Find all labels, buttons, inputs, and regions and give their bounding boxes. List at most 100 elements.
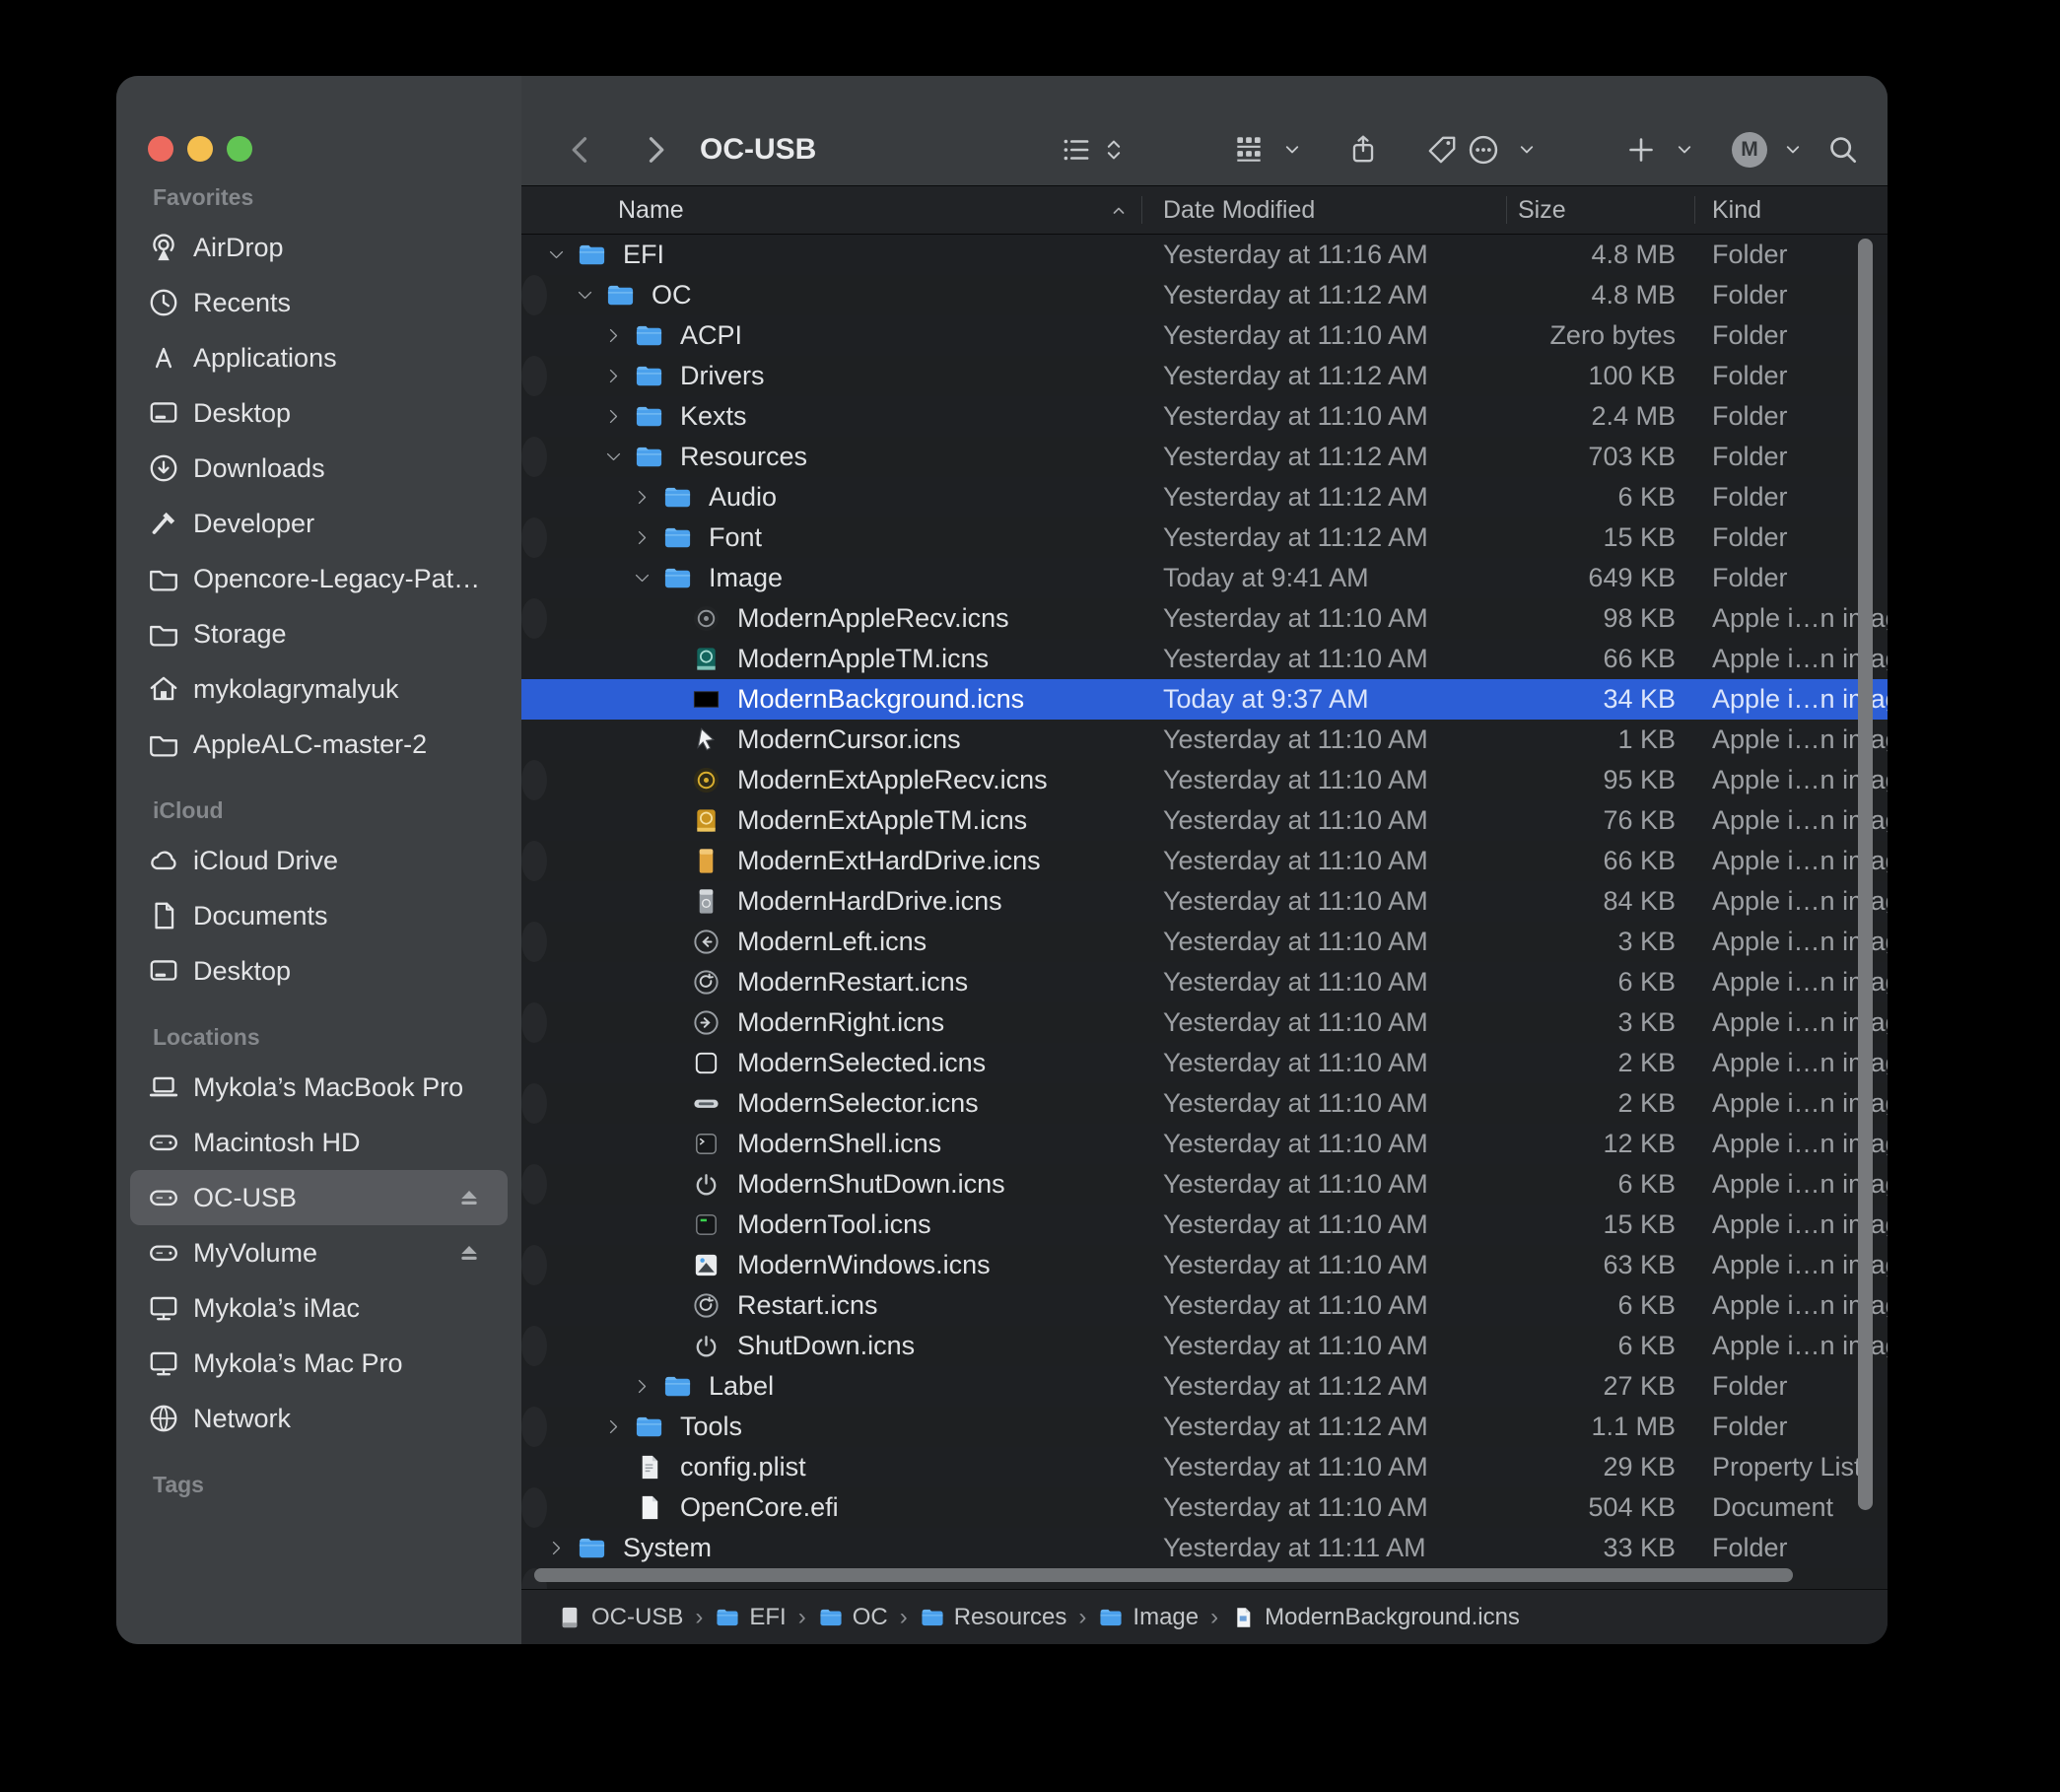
sidebar-item-network[interactable]: Network xyxy=(130,1391,508,1446)
vertical-scrollbar[interactable] xyxy=(1858,239,1873,1510)
path-item-oc-usb[interactable]: OC-USB xyxy=(557,1604,683,1631)
column-header-name[interactable]: Name xyxy=(618,186,684,234)
path-item-oc[interactable]: OC xyxy=(818,1604,888,1631)
zoom-button[interactable] xyxy=(227,136,252,162)
sidebar-item-documents[interactable]: Documents xyxy=(130,888,508,943)
chevron-down-icon[interactable] xyxy=(1672,137,1697,163)
view-as-list-stepper-icon[interactable] xyxy=(1099,135,1129,165)
path-item-image[interactable]: Image xyxy=(1098,1604,1199,1631)
sidebar-item-myvolume[interactable]: MyVolume xyxy=(130,1225,508,1280)
file-row-modernleft-icns[interactable]: ModernLeft.icnsYesterday at 11:10 AM3 KB… xyxy=(521,922,547,962)
file-row-image[interactable]: ImageToday at 9:41 AM649 KBFolder xyxy=(521,558,1888,598)
file-row-modernharddrive-icns[interactable]: ModernHardDrive.icnsYesterday at 11:10 A… xyxy=(521,881,1888,922)
file-row-modernextapplerecv-icns[interactable]: ModernExtAppleRecv.icnsYesterday at 11:1… xyxy=(521,760,547,800)
sidebar-item-desktop[interactable]: Desktop xyxy=(130,385,508,441)
file-row-modernappletm-icns[interactable]: ModernAppleTM.icnsYesterday at 11:10 AM6… xyxy=(521,639,1888,679)
sidebar-item-applications[interactable]: Applications xyxy=(130,330,508,385)
more-actions-button[interactable] xyxy=(1466,132,1501,168)
view-as-list-button[interactable] xyxy=(1060,133,1093,167)
file-row-kexts[interactable]: KextsYesterday at 11:10 AM2.4 MBFolder xyxy=(521,396,1888,437)
sidebar-item-desktop[interactable]: Desktop xyxy=(130,943,508,999)
file-row-config-plist[interactable]: config.plistYesterday at 11:10 AM29 KBPr… xyxy=(521,1447,1888,1487)
file-row-modernextappletm-icns[interactable]: ModernExtAppleTM.icnsYesterday at 11:10 … xyxy=(521,800,1888,841)
file-row-modernbackground-icns[interactable]: ModernBackground.icnsToday at 9:37 AM34 … xyxy=(521,679,1888,720)
minimize-button[interactable] xyxy=(187,136,213,162)
disclosure-open-icon[interactable] xyxy=(547,245,566,264)
file-row-audio[interactable]: AudioYesterday at 11:12 AM6 KBFolder xyxy=(521,477,1888,517)
file-row-modernwindows-icns[interactable]: ModernWindows.icnsYesterday at 11:10 AM6… xyxy=(521,1245,547,1285)
file-row-label[interactable]: LabelYesterday at 11:12 AM27 KBFolder xyxy=(521,1366,1888,1407)
forward-button[interactable] xyxy=(638,132,673,168)
sidebar-item-mykola-s-mac-pro[interactable]: Mykola’s Mac Pro xyxy=(130,1336,508,1391)
disclosure-open-icon[interactable] xyxy=(604,448,623,466)
new-item-button[interactable] xyxy=(1625,134,1657,166)
file-row-resources[interactable]: ResourcesYesterday at 11:12 AM703 KBFold… xyxy=(521,437,547,477)
file-row-moderncursor-icns[interactable]: ModernCursor.icnsYesterday at 11:10 AM1 … xyxy=(521,720,1888,760)
sidebar-item-icloud-drive[interactable]: iCloud Drive xyxy=(130,833,508,888)
disclosure-open-icon[interactable] xyxy=(633,569,652,587)
chevron-down-icon[interactable] xyxy=(1780,137,1806,163)
path-item-modernbackground-icns[interactable]: ModernBackground.icns xyxy=(1230,1604,1520,1631)
search-button[interactable] xyxy=(1826,133,1860,167)
sidebar-item-airdrop[interactable]: AirDrop xyxy=(130,220,508,275)
file-row-efi[interactable]: EFIYesterday at 11:16 AM4.8 MBFolder xyxy=(521,235,1888,275)
back-button[interactable] xyxy=(563,132,598,168)
column-divider[interactable] xyxy=(1141,196,1142,224)
disclosure-closed-icon[interactable] xyxy=(604,1417,623,1436)
disclosure-closed-icon[interactable] xyxy=(633,1377,652,1396)
file-row-modernshell-icns[interactable]: ModernShell.icnsYesterday at 11:10 AM12 … xyxy=(521,1124,1888,1164)
disclosure-closed-icon[interactable] xyxy=(604,326,623,345)
column-divider[interactable] xyxy=(1694,196,1695,224)
file-row-font[interactable]: FontYesterday at 11:12 AM15 KBFolder xyxy=(521,517,547,558)
file-row-acpi[interactable]: ACPIYesterday at 11:10 AMZero bytesFolde… xyxy=(521,315,1888,356)
sidebar-item-applealc-master-2[interactable]: AppleALC-master-2 xyxy=(130,717,508,772)
chevron-down-icon[interactable] xyxy=(1514,137,1540,163)
column-divider[interactable] xyxy=(1506,196,1507,224)
column-header-kind[interactable]: Kind xyxy=(1712,186,1761,234)
sidebar-item-oc-usb[interactable]: OC-USB xyxy=(130,1170,508,1225)
file-row-modernselected-icns[interactable]: ModernSelected.icnsYesterday at 11:10 AM… xyxy=(521,1043,1888,1083)
sidebar-item-mykola-s-imac[interactable]: Mykola’s iMac xyxy=(130,1280,508,1336)
disclosure-closed-icon[interactable] xyxy=(547,1539,566,1557)
disclosure-closed-icon[interactable] xyxy=(633,488,652,507)
file-row-opencore-efi[interactable]: OpenCore.efiYesterday at 11:10 AM504 KBD… xyxy=(521,1487,547,1528)
disclosure-closed-icon[interactable] xyxy=(604,407,623,426)
path-item-resources[interactable]: Resources xyxy=(920,1604,1067,1631)
account-button[interactable]: M xyxy=(1732,132,1767,168)
sidebar-item-opencore-legacy-pat[interactable]: Opencore-Legacy-Pat… xyxy=(130,551,508,606)
sidebar-item-macintosh-hd[interactable]: Macintosh HD xyxy=(130,1115,508,1170)
sidebar-item-storage[interactable]: Storage xyxy=(130,606,508,661)
column-header-size[interactable]: Size xyxy=(1518,186,1566,234)
file-row-modernshutdown-icns[interactable]: ModernShutDown.icnsYesterday at 11:10 AM… xyxy=(521,1164,547,1205)
horizontal-scrollbar[interactable] xyxy=(534,1568,1793,1582)
sidebar-item-mykolagrymalyuk[interactable]: mykolagrymalyuk xyxy=(130,661,508,717)
file-row-modernapplerecv-icns[interactable]: ModernAppleRecv.icnsYesterday at 11:10 A… xyxy=(521,598,547,639)
eject-icon[interactable] xyxy=(454,1238,484,1268)
column-header-date-modified[interactable]: Date Modified xyxy=(1163,186,1315,234)
file-row-restart-icns[interactable]: Restart.icnsYesterday at 11:10 AM6 KBApp… xyxy=(521,1285,1888,1326)
close-button[interactable] xyxy=(148,136,173,162)
share-button[interactable] xyxy=(1346,133,1380,167)
disclosure-closed-icon[interactable] xyxy=(633,528,652,547)
file-row-drivers[interactable]: DriversYesterday at 11:12 AM100 KBFolder xyxy=(521,356,547,396)
group-by-button[interactable] xyxy=(1232,133,1266,167)
sidebar-item-mykola-s-macbook-pro[interactable]: Mykola’s MacBook Pro xyxy=(130,1060,508,1115)
file-row-tools[interactable]: ToolsYesterday at 11:12 AM1.1 MBFolder xyxy=(521,1407,547,1447)
sidebar-item-developer[interactable]: Developer xyxy=(130,496,508,551)
file-row-modernright-icns[interactable]: ModernRight.icnsYesterday at 11:10 AM3 K… xyxy=(521,1002,547,1043)
disclosure-open-icon[interactable] xyxy=(576,286,594,305)
chevron-down-icon[interactable] xyxy=(1279,137,1305,163)
file-row-modernselector-icns[interactable]: ModernSelector.icnsYesterday at 11:10 AM… xyxy=(521,1083,547,1124)
file-row-shutdown-icns[interactable]: ShutDown.icnsYesterday at 11:10 AM6 KBAp… xyxy=(521,1326,547,1366)
file-row-modernextharddrive-icns[interactable]: ModernExtHardDrive.icnsYesterday at 11:1… xyxy=(521,841,547,881)
sidebar-item-downloads[interactable]: Downloads xyxy=(130,441,508,496)
file-row-modernrestart-icns[interactable]: ModernRestart.icnsYesterday at 11:10 AM6… xyxy=(521,962,1888,1002)
file-row-moderntool-icns[interactable]: ModernTool.icnsYesterday at 11:10 AM15 K… xyxy=(521,1205,1888,1245)
disclosure-closed-icon[interactable] xyxy=(604,367,623,385)
sidebar-item-recents[interactable]: Recents xyxy=(130,275,508,330)
eject-icon[interactable] xyxy=(454,1183,484,1212)
file-row-system[interactable]: SystemYesterday at 11:11 AM33 KBFolder xyxy=(521,1528,1888,1568)
tags-button[interactable] xyxy=(1425,133,1459,167)
file-row-oc[interactable]: OCYesterday at 11:12 AM4.8 MBFolder xyxy=(521,275,547,315)
path-item-efi[interactable]: EFI xyxy=(715,1604,786,1631)
